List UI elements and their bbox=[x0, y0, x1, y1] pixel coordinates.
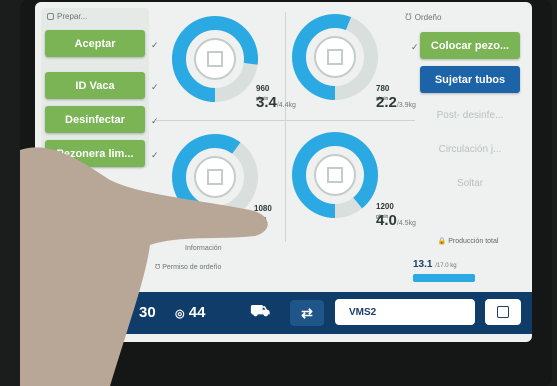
square-button[interactable] bbox=[485, 299, 521, 325]
station-selector[interactable]: VMS2 bbox=[335, 299, 475, 325]
release-button[interactable]: Soltar bbox=[420, 170, 520, 197]
quarter-yield: 4.0/4.5kg bbox=[376, 212, 416, 229]
milking-icon: Ʊ bbox=[405, 12, 412, 22]
check-icon: ✓ bbox=[151, 116, 159, 126]
teat-cup-clean-button[interactable]: Pezonera lim... bbox=[45, 140, 145, 167]
permission-icon: Ʊ bbox=[155, 264, 161, 271]
check-icon: ✓ bbox=[151, 40, 159, 50]
check-icon: ✓ bbox=[151, 150, 159, 160]
information-label[interactable]: Información bbox=[185, 245, 222, 252]
target-icon: ◎ bbox=[175, 308, 185, 320]
check-icon: ✓ bbox=[411, 42, 419, 52]
attach-teat-cups-button[interactable]: Colocar pezo... bbox=[420, 32, 520, 59]
total-production: 🔒 Producción total 13.1 /17.0 kg bbox=[413, 237, 523, 282]
quarter-gauge bbox=[172, 16, 258, 102]
visit-counter: ◎ 44 bbox=[175, 304, 206, 321]
post-disinfect-button[interactable]: Post- desinfe... bbox=[420, 102, 520, 129]
accept-button[interactable]: Aceptar bbox=[45, 30, 145, 57]
quarter-divider-vertical bbox=[285, 12, 286, 242]
quarter-gauge bbox=[292, 132, 378, 218]
total-production-bar bbox=[413, 274, 475, 282]
total-production-value: 13.1 /17.0 kg bbox=[413, 259, 457, 270]
counter-a: 30 bbox=[139, 304, 156, 321]
total-production-label: 🔒 Producción total bbox=[437, 238, 499, 245]
circulation-button[interactable]: Circulación j... bbox=[420, 136, 520, 163]
touch-screen: Prepar... Aceptar ✓ ID Vaca ✓ Desinfecta… bbox=[35, 2, 532, 342]
quarter-divider-horizontal bbox=[155, 120, 415, 121]
cow-id-button[interactable]: ID Vaca bbox=[45, 72, 145, 99]
prep-icon bbox=[47, 13, 54, 20]
prep-section-title: Prepar... bbox=[47, 12, 87, 21]
bottle-icon: 🔒 bbox=[437, 238, 447, 245]
check-icon: ✓ bbox=[151, 82, 159, 92]
square-icon bbox=[497, 306, 509, 318]
milking-section-title: Ʊ Ordeño bbox=[405, 12, 442, 22]
milking-permission-row[interactable]: Ʊ Permiso de ordeño bbox=[155, 264, 221, 271]
bottom-status-bar: 30 ◎ 44 ⛟ ⇄ VMS2 bbox=[35, 292, 532, 334]
disinfect-button[interactable]: Desinfectar bbox=[45, 106, 145, 133]
quarter-gauge bbox=[172, 134, 258, 220]
swap-icon[interactable]: ⇄ bbox=[290, 300, 324, 326]
truck-icon[interactable]: ⛟ bbox=[250, 302, 270, 322]
quarter-yield: 2.2/3.9kg bbox=[376, 94, 416, 111]
milk-flow-rate: 1080 g/min bbox=[254, 204, 272, 222]
hold-tubes-button[interactable]: Sujetar tubos bbox=[420, 66, 520, 93]
quarter-gauge bbox=[292, 14, 378, 100]
play-icon[interactable] bbox=[57, 302, 77, 322]
